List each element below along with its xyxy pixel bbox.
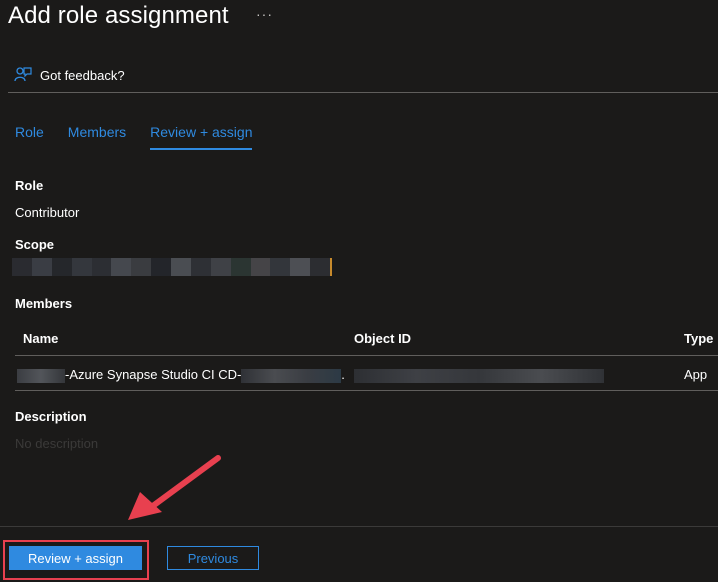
member-object-id-redacted [354,367,604,383]
role-heading: Role [15,178,44,193]
member-type: App [684,367,708,382]
page-title: Add role assignment [8,2,229,29]
redacted-text [241,368,342,383]
description-heading: Description [15,409,87,424]
previous-button[interactable]: Previous [167,546,259,570]
scope-value-redacted [12,258,332,276]
tab-review-assign[interactable]: Review + assign [150,124,253,150]
column-object-id: Object ID [354,331,412,346]
footer-divider [0,526,718,527]
tab-bar: Role Members Review + assign [15,124,253,150]
role-value: Contributor [15,205,80,220]
feedback-label: Got feedback? [40,67,125,83]
tab-role[interactable]: Role [15,124,44,150]
annotation-arrow-icon [128,455,221,520]
tab-members[interactable]: Members [68,124,126,150]
scope-heading: Scope [15,237,55,252]
divider [8,92,718,93]
member-name: -Azure Synapse Studio CI CD-. [17,367,345,383]
members-heading: Members [15,296,73,311]
redacted-text [17,368,65,383]
feedback-icon [14,67,32,82]
review-assign-button[interactable]: Review + assign [9,546,142,570]
more-options-icon[interactable]: ··· [256,6,273,22]
column-type: Type [684,331,714,346]
feedback-link[interactable]: Got feedback? [14,66,125,84]
member-name-text: -Azure Synapse Studio CI CD- [65,367,242,382]
table-row: -Azure Synapse Studio CI CD-. App [15,357,718,391]
table-header: Name Object ID Type [15,320,718,356]
description-value: No description [15,436,99,451]
column-name: Name [23,331,59,346]
